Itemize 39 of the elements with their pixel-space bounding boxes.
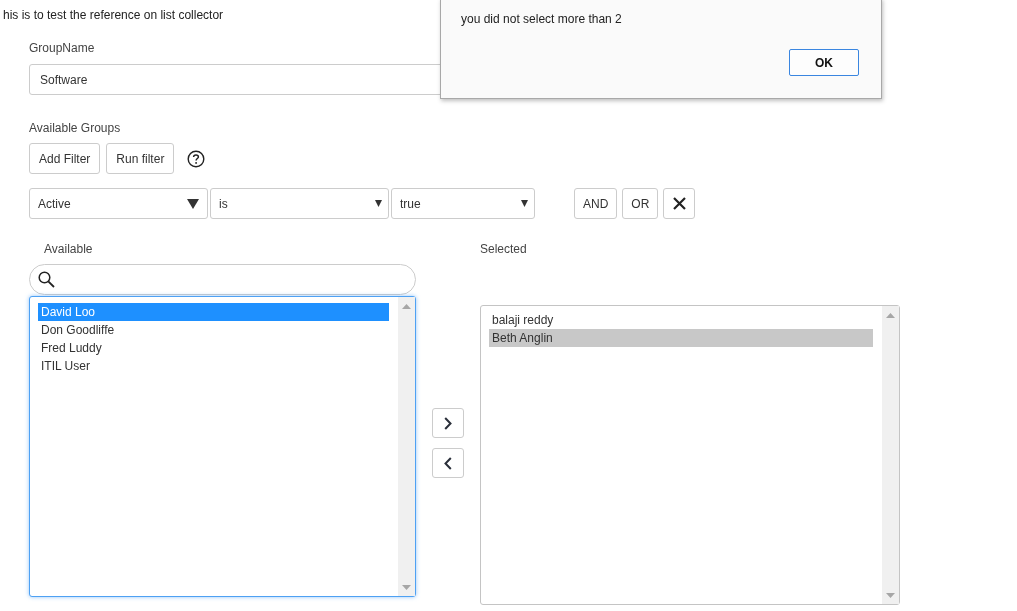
scrollbar[interactable] xyxy=(882,306,899,604)
alert-message: you did not select more than 2 xyxy=(461,11,622,27)
condition-button[interactable]: AND xyxy=(574,188,618,219)
list-item[interactable]: Fred Luddy xyxy=(38,339,389,357)
scrollbar[interactable] xyxy=(398,297,415,596)
move-left-button[interactable] xyxy=(432,448,464,478)
list-item[interactable]: Beth Anglin xyxy=(489,329,873,347)
scroll-up-icon[interactable] xyxy=(402,304,411,309)
remove-button[interactable] xyxy=(663,188,696,219)
ok-button[interactable]: OK xyxy=(789,49,859,76)
search-field[interactable] xyxy=(29,264,416,295)
help-icon[interactable] xyxy=(187,149,206,168)
caret-icon xyxy=(187,198,199,209)
chevron-left-icon xyxy=(444,456,452,470)
field-label: GroupName xyxy=(29,40,95,56)
condition-button[interactable]: OR xyxy=(622,188,659,219)
filter-dropdown[interactable]: Active xyxy=(29,188,208,219)
filter-button[interactable]: Add Filter xyxy=(29,143,101,174)
search-icon xyxy=(38,271,55,288)
scroll-down-icon[interactable] xyxy=(402,585,411,590)
filter-dropdown[interactable]: true xyxy=(391,188,535,219)
page-heading: his is to test the reference on list collector xyxy=(3,7,224,23)
filter-button[interactable]: Run filter xyxy=(106,143,175,174)
move-right-button[interactable] xyxy=(432,408,464,438)
close-icon xyxy=(672,197,686,210)
list-box[interactable]: balaji reddy Beth Anglin xyxy=(480,305,900,605)
caret-icon xyxy=(521,200,528,207)
filter-dropdown[interactable]: is xyxy=(210,188,389,219)
list-item[interactable]: Don Goodliffe xyxy=(38,321,389,339)
list-item[interactable]: balaji reddy xyxy=(489,311,873,329)
scroll-up-icon[interactable] xyxy=(886,313,895,318)
list-item[interactable]: ITIL User xyxy=(38,357,389,375)
caret-icon xyxy=(375,200,382,207)
list-label: Selected xyxy=(480,241,527,257)
chevron-right-icon xyxy=(444,416,452,430)
section-label: Available Groups xyxy=(29,120,121,136)
list-label: Available xyxy=(44,241,93,257)
list-box[interactable]: David Loo Don Goodliffe Fred Luddy ITIL User xyxy=(29,296,416,597)
scroll-down-icon[interactable] xyxy=(886,593,895,598)
